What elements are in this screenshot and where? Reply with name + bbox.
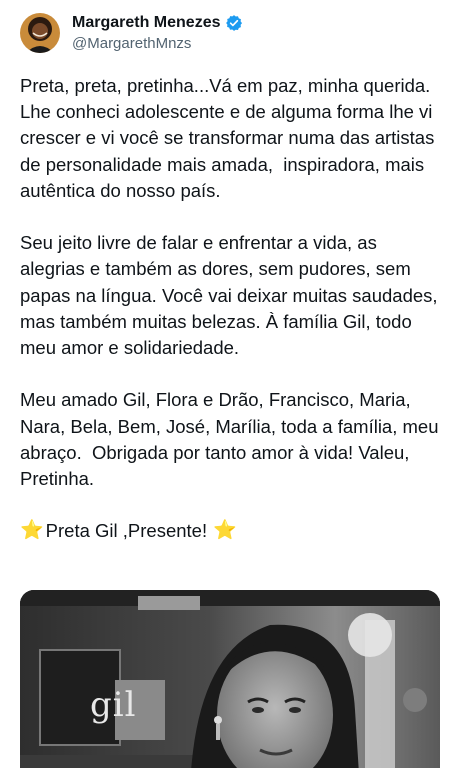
closing-text: Preta Gil ,Presente! [45, 520, 208, 542]
photo-image [20, 590, 440, 768]
star-icon: ⭐ [20, 520, 44, 542]
tweet-paragraph-2: Seu jeito livre de falar e enfrentar a v… [20, 232, 443, 359]
tweet-body: Preta, preta, pretinha...Vá em paz, minh… [20, 73, 440, 545]
star-icon: ⭐ [213, 520, 237, 542]
name-row: Margareth Menezes [72, 12, 243, 34]
verified-badge-icon [225, 14, 243, 32]
avatar[interactable] [20, 13, 60, 53]
profile-photo-icon [20, 13, 60, 53]
tweet-paragraph-1: Preta, preta, pretinha...Vá em paz, minh… [20, 75, 440, 201]
tweet-closing-line: ⭐ Preta Gil ,Presente! ⭐ [20, 518, 440, 544]
tweet-header: Margareth Menezes @MargarethMnzs [20, 10, 243, 56]
author-names: Margareth Menezes @MargarethMnzs [72, 12, 243, 54]
tweet-photo[interactable]: gil [20, 590, 440, 768]
photo-sign-text: gil [90, 685, 137, 725]
tweet-paragraph-3: Meu amado Gil, Flora e Drão, Francisco, … [20, 389, 444, 490]
author-display-name[interactable]: Margareth Menezes [72, 14, 221, 32]
tweet-card: Margareth Menezes @MargarethMnzs Preta, … [0, 0, 459, 768]
author-handle[interactable]: @MargarethMnzs [72, 34, 243, 54]
